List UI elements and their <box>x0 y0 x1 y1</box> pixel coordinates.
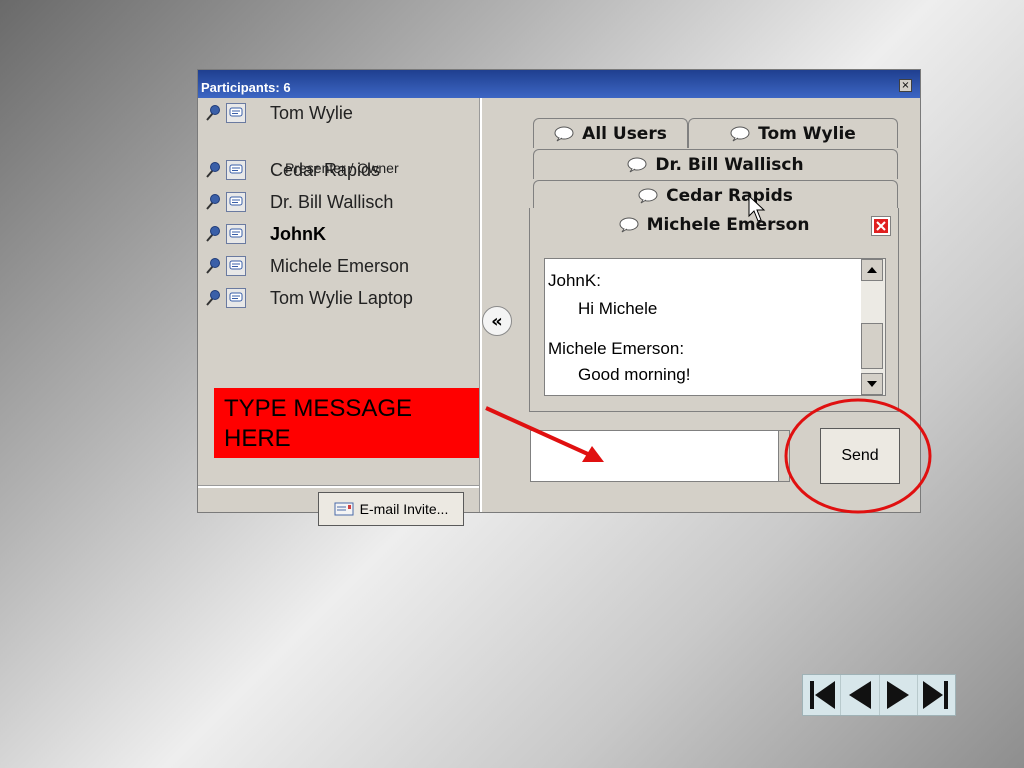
speech-bubble-icon <box>554 126 574 141</box>
participant-name: Michele Emerson <box>270 255 410 276</box>
tab-cedar-rapids[interactable]: Cedar Rapids <box>533 180 898 210</box>
scroll-up-button[interactable] <box>861 259 883 281</box>
message-text: Good morning! <box>578 365 691 384</box>
window-title: Participants: 6 <box>201 80 291 95</box>
message-sender: Michele Emerson: <box>548 339 685 358</box>
pushpin-icon <box>206 162 220 178</box>
first-slide-button[interactable] <box>803 675 842 715</box>
divider <box>198 485 479 488</box>
callout-line: TYPE MESSAGE <box>224 395 413 422</box>
participant-name: Dr. Bill Wallisch <box>270 191 394 212</box>
collapse-panel-button[interactable]: « <box>482 306 512 336</box>
participant-row[interactable]: Tom Wylie Laptop <box>204 283 474 313</box>
tab-dr-bill-wallisch[interactable]: Dr. Bill Wallisch <box>533 149 898 179</box>
pushpin-icon <box>206 194 220 210</box>
title-bar[interactable]: Participants: 6 × <box>198 70 920 98</box>
arrow-down-icon <box>867 381 877 387</box>
scroll-down-button[interactable] <box>861 373 883 395</box>
email-invite-button[interactable]: E-mail Invite... <box>318 492 464 526</box>
chat-bubble-icon[interactable] <box>226 192 246 212</box>
tab-label: Michele Emerson <box>646 215 810 235</box>
tab-label: All Users <box>582 123 667 144</box>
chat-bubble-icon[interactable] <box>226 288 246 308</box>
pushpin-icon <box>206 226 220 242</box>
message-input[interactable] <box>530 430 788 482</box>
first-icon <box>809 681 835 709</box>
scroll-thumb[interactable] <box>861 323 883 369</box>
tab-michele-emerson[interactable]: Michele Emerson <box>529 208 899 242</box>
participant-name: Tom Wylie Laptop <box>270 287 413 308</box>
speech-bubble-icon <box>619 217 639 233</box>
last-icon <box>923 681 949 709</box>
pushpin-icon <box>206 105 220 121</box>
prev-slide-button[interactable] <box>841 675 880 715</box>
type-message-callout: TYPE MESSAGE HERE <box>214 388 480 458</box>
participant-list: Tom Wylie Presenter / Owner Cedar Rapids… <box>198 98 480 526</box>
participant-name: Tom Wylie <box>270 102 353 123</box>
close-icon <box>874 219 888 233</box>
tab-label: Cedar Rapids <box>666 185 793 206</box>
participant-row[interactable]: Dr. Bill Wallisch <box>204 187 474 217</box>
participant-name: Cedar Rapids <box>270 159 381 180</box>
window-close-button[interactable]: × <box>899 79 912 92</box>
callout-line: HERE <box>224 425 291 452</box>
participant-row[interactable]: JohnK <box>204 219 474 249</box>
email-invite-label: E-mail Invite... <box>359 501 449 517</box>
send-button[interactable]: Send <box>820 428 900 484</box>
tab-label: Tom Wylie <box>758 123 856 144</box>
input-scrollbar[interactable] <box>778 430 790 482</box>
chat-bubble-icon[interactable] <box>226 103 246 123</box>
slide-navigation <box>802 674 956 716</box>
participant-name: JohnK <box>270 223 326 244</box>
participant-row[interactable]: Cedar Rapids <box>204 155 474 185</box>
tab-tom-wylie[interactable]: Tom Wylie <box>688 118 898 148</box>
chat-history[interactable]: JohnK: Hi Michele Michele Emerson: Good … <box>544 258 886 396</box>
tab-label: Dr. Bill Wallisch <box>655 154 804 175</box>
next-icon <box>887 681 910 709</box>
last-slide-button[interactable] <box>918 675 955 715</box>
participants-window: Participants: 6 × Tom Wylie Presenter / … <box>197 69 921 526</box>
tab-all-users[interactable]: All Users <box>533 118 688 148</box>
chat-bubble-icon[interactable] <box>226 160 246 180</box>
message-text: Hi Michele <box>578 299 658 318</box>
panel-splitter[interactable] <box>479 98 482 512</box>
speech-bubble-icon <box>627 157 647 172</box>
pushpin-icon <box>206 258 220 274</box>
chat-bubble-icon[interactable] <box>226 256 246 276</box>
close-tab-button[interactable] <box>871 216 891 236</box>
chat-scrollbar[interactable] <box>861 259 885 395</box>
arrow-up-icon <box>867 267 877 273</box>
message-sender: JohnK: <box>548 271 601 290</box>
chat-bubble-icon[interactable] <box>226 224 246 244</box>
prev-icon <box>848 681 871 709</box>
speech-bubble-icon <box>638 188 658 203</box>
speech-bubble-icon <box>730 126 750 141</box>
participant-row[interactable]: Tom Wylie <box>204 98 474 128</box>
participant-row[interactable]: Michele Emerson <box>204 251 474 281</box>
next-slide-button[interactable] <box>880 675 918 715</box>
pushpin-icon <box>206 290 220 306</box>
envelope-icon <box>334 502 354 516</box>
